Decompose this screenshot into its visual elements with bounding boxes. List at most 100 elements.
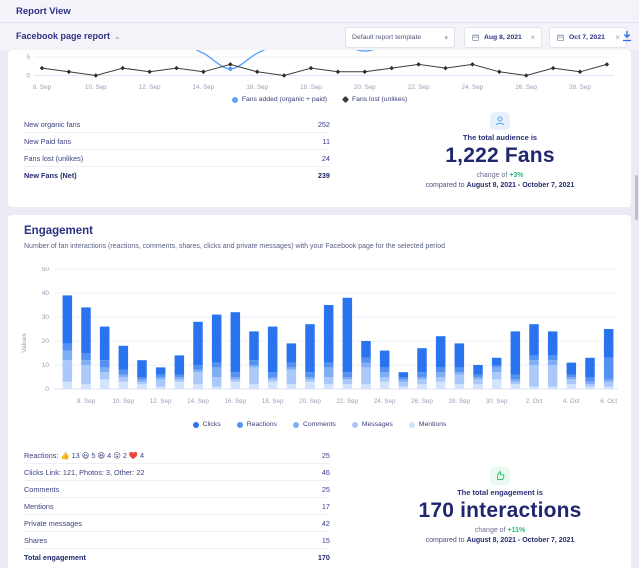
legend-label: Fans added (organic + paid) — [242, 96, 327, 103]
date-from-field[interactable]: Aug 8, 2021 × — [464, 27, 542, 48]
title-bar: Report View — [0, 0, 639, 23]
fans-line-chart: 508. Sep10. Sep12. Sep14. Sep16. Sep18. … — [10, 50, 628, 94]
svg-text:2. Oct: 2. Oct — [526, 398, 543, 405]
engagement-legend-item[interactable]: Messages — [352, 421, 393, 428]
thumbs-up-icon — [490, 467, 510, 485]
svg-text:5: 5 — [26, 54, 30, 61]
audience-table-row-value: 239 — [318, 171, 330, 180]
fans-line-chart-svg: 508. Sep10. Sep12. Sep14. Sep16. Sep18. … — [10, 50, 628, 94]
legend-label: Clicks — [203, 421, 221, 428]
engagement-table-row-label: Private messages — [24, 519, 82, 528]
svg-text:50: 50 — [42, 267, 50, 273]
svg-text:22. Sep: 22. Sep — [336, 398, 358, 405]
svg-text:8. Sep: 8. Sep — [33, 84, 52, 91]
svg-text:20: 20 — [42, 338, 50, 345]
chevron-down-icon: ▾ — [444, 34, 448, 42]
audience-table-row: New Fans (Net) 239 — [24, 167, 330, 184]
engagement-legend-item[interactable]: Mentions — [409, 421, 447, 428]
audience-table-row-label: New Paid fans — [24, 137, 71, 146]
legend-label: Fans lost (unlikes) — [352, 96, 407, 103]
fans-legend-item[interactable]: Fans lost (unlikes) — [343, 96, 407, 103]
audience-table-row-value: 24 — [322, 154, 330, 163]
legend-circle-marker — [293, 422, 299, 428]
chevron-down-icon: ⌄ — [114, 32, 121, 41]
engagement-table-row-value: 17 — [322, 502, 330, 511]
audience-change-value: +3% — [509, 172, 523, 179]
engagement-legend-item[interactable]: Clicks — [193, 421, 221, 428]
svg-text:14. Sep: 14. Sep — [187, 398, 209, 405]
svg-text:20. Sep: 20. Sep — [354, 84, 376, 91]
svg-text:8. Sep: 8. Sep — [77, 398, 96, 405]
svg-text:10. Sep: 10. Sep — [85, 84, 107, 91]
engagement-title: Engagement — [24, 225, 93, 237]
fans-legend-item[interactable]: Fans added (organic + paid) — [232, 96, 327, 103]
engagement-table-row-label: Total engagement — [24, 553, 86, 562]
svg-text:14. Sep: 14. Sep — [193, 84, 215, 91]
legend-circle-marker — [352, 422, 358, 428]
calendar-icon — [556, 33, 565, 42]
engagement-table: Reactions: 👍 13 😃 5 😆 4 😮 2 ❤️ 425Clicks… — [24, 447, 330, 566]
audience-summary: The total audience is 1,222 Fans change … — [380, 112, 620, 189]
engagement-change-value: +11% — [508, 527, 526, 534]
legend-circle-marker — [193, 422, 199, 428]
svg-text:20. Sep: 20. Sep — [299, 398, 321, 405]
download-report-button[interactable] — [621, 29, 635, 45]
audience-summary-intro: The total audience is — [380, 133, 620, 142]
template-select[interactable]: Default report template ▾ — [345, 27, 455, 48]
engagement-table-row: Reactions: 👍 13 😃 5 😆 4 😮 2 ❤️ 4 25 — [24, 447, 330, 464]
engagement-legend-item[interactable]: Reactions — [237, 421, 277, 428]
engagement-table-row-value: 25 — [322, 485, 330, 494]
audience-table-row-label: New organic fans — [24, 120, 80, 129]
audience-change: change of+3% — [380, 172, 620, 179]
engagement-table-row-value: 25 — [322, 451, 330, 460]
engagement-table-row: Comments 25 — [24, 481, 330, 498]
scrollbar-thumb[interactable] — [635, 175, 638, 220]
engagement-change: change of+11% — [380, 527, 620, 534]
audience-total: 1,222 Fans — [380, 144, 620, 168]
date-to-field[interactable]: Oct 7, 2021 × — [549, 27, 627, 48]
legend-label: Reactions — [247, 421, 277, 428]
svg-text:10. Sep: 10. Sep — [112, 398, 134, 405]
svg-text:Values: Values — [21, 333, 28, 353]
engagement-legend-item[interactable]: Comments — [293, 421, 336, 428]
svg-text:16. Sep: 16. Sep — [224, 398, 246, 405]
legend-circle-marker — [232, 97, 238, 103]
top-strip: Report View Facebook page report⌄ Defaul… — [0, 0, 639, 50]
clear-date-icon[interactable]: × — [615, 34, 620, 42]
audience-table-row-label: New Fans (Net) — [24, 171, 77, 180]
legend-label: Messages — [362, 421, 393, 428]
svg-text:26. Sep: 26. Sep — [515, 84, 537, 91]
report-name-dropdown[interactable]: Facebook page report⌄ — [16, 31, 121, 41]
svg-text:18. Sep: 18. Sep — [262, 398, 284, 405]
engagement-table-row-label: Comments — [24, 485, 59, 494]
engagement-card: Engagement Number of fan interactions (r… — [8, 215, 631, 568]
svg-text:12. Sep: 12. Sep — [150, 398, 172, 405]
engagement-table-row: Shares15 — [24, 532, 330, 549]
audience-table-row-value: 252 — [318, 120, 330, 129]
download-icon — [621, 29, 633, 43]
engagement-subtitle: Number of fan interactions (reactions, c… — [24, 243, 445, 250]
svg-text:24. Sep: 24. Sep — [462, 84, 484, 91]
svg-text:30. Sep: 30. Sep — [486, 398, 508, 405]
engagement-table-row-label: Mentions — [24, 502, 54, 511]
clear-date-icon[interactable]: × — [530, 34, 535, 42]
engagement-compare-range: compared toAugust 8, 2021 - October 7, 2… — [380, 537, 620, 544]
engagement-table-row-value: 15 — [322, 536, 330, 545]
audience-table-row-label: Fans lost (unlikes) — [24, 154, 83, 163]
legend-circle-marker — [237, 422, 243, 428]
svg-text:30: 30 — [42, 314, 50, 321]
engagement-total: 170 interactions — [380, 499, 620, 523]
audience-table-row: New Paid fans 11 — [24, 133, 330, 150]
audience-table-row-value: 11 — [322, 137, 330, 146]
audience-table-row: New organic fans 252 — [24, 116, 330, 133]
engagement-table-row: Total engagement170 — [24, 549, 330, 566]
engagement-table-row-label: Reactions: 👍 13 😃 5 😆 4 😮 2 ❤️ 4 — [24, 451, 144, 460]
svg-text:0: 0 — [45, 386, 49, 393]
svg-text:0: 0 — [26, 73, 30, 80]
audience-table-row: Fans lost (unlikes) 24 — [24, 150, 330, 167]
engagement-summary-intro: The total engagement is — [380, 488, 620, 497]
audience-compare-range: compared toAugust 8, 2021 - October 7, 2… — [380, 182, 620, 189]
engagement-bar-chart-svg: 01020304050Values8. Sep10. Sep12. Sep14.… — [18, 267, 624, 419]
fans-chart-legend: Fans added (organic + paid) Fans lost (un… — [8, 96, 631, 103]
svg-text:10: 10 — [42, 362, 50, 369]
